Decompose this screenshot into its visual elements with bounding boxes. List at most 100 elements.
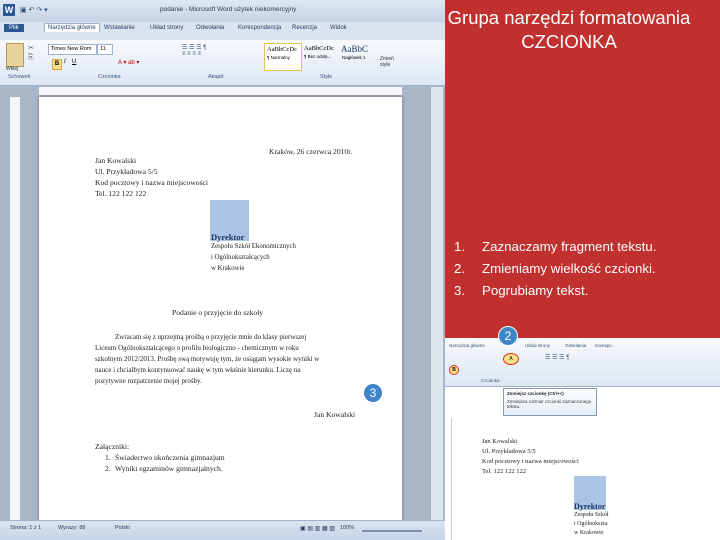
group-label-clipboard: Schowek — [8, 74, 31, 80]
document-page[interactable]: Kraków, 26 czerwca 2010r. Jan Kowalski U… — [39, 97, 402, 520]
ribbon-tabs: Plik Narzędzia główne Wstawianie Układ s… — [0, 22, 445, 40]
tab-references[interactable]: Odwołania — [196, 25, 224, 31]
sender-line: Tel. 122 122 122 — [95, 189, 147, 198]
window-title: podanie - Microsoft Word użytek niekomer… — [160, 6, 297, 13]
horizontal-ruler[interactable] — [39, 87, 402, 96]
inset-doc-line: Ul. Przykładowa 5/5 — [482, 448, 536, 455]
tab-review[interactable]: Recenzja — [292, 25, 317, 31]
inset-recipient-title: Dyrektor — [574, 502, 606, 511]
underline-button[interactable]: U — [72, 59, 76, 65]
tooltip-title: Zmniejsz czcionkę (Ctrl+<) — [507, 391, 564, 396]
paste-button[interactable] — [6, 43, 24, 67]
vertical-ruler[interactable] — [10, 97, 20, 520]
step-item: 3. Pogrubiamy tekst. — [454, 283, 588, 298]
attachment-item: Świadectwo ukończenia gimnazjum — [115, 453, 225, 462]
step-badge-2: 2 — [498, 326, 518, 346]
style-no-spacing-label: ¶ Bez odstę... — [304, 54, 332, 59]
step-text: Zaznaczamy fragment tekstu. — [482, 239, 657, 254]
inset-recipient-line: w Krakowie — [574, 530, 604, 536]
vertical-scrollbar[interactable] — [430, 87, 443, 522]
inset-doc-line: Kod pocztowy i nazwa miejscowości — [482, 458, 579, 465]
tab-home[interactable]: Narzędzia główne — [44, 23, 100, 32]
tab-view[interactable]: Widok — [330, 25, 347, 31]
steps-list: 1. Zaznaczamy fragment tekstu. 2. Zmieniam… — [448, 233, 720, 305]
tooltip: Zmniejsz czcionkę (Ctrl+<) Zmniejsza roz… — [503, 388, 597, 416]
font-color-icon[interactable]: A ▾ ab ▾ — [118, 59, 152, 68]
body-line: nauce i chciałbym kontynuować naukę w ty… — [95, 366, 301, 374]
status-bar: Strona: 1 z 1 Wyrazy: 88 Polski ▣ ▤ ▥ ▦ … — [0, 520, 445, 540]
status-page[interactable]: Strona: 1 z 1 — [10, 525, 41, 531]
attachment-number: 1. — [105, 453, 111, 462]
group-label-styles: Style — [320, 74, 333, 80]
inset-paragraph-tools[interactable]: ☰ ☰ ☰ ¶ — [545, 354, 569, 361]
step-number: 1. — [454, 239, 466, 254]
font-name-field[interactable]: Times New Rom — [48, 44, 97, 55]
style-normal[interactable]: AaBbCcDc ¶ Normalny — [264, 43, 302, 71]
tab-insert[interactable]: Wstawianie — [104, 25, 135, 31]
recipient-title: Dyrektor — [211, 232, 245, 242]
word-app-icon[interactable]: W — [3, 4, 15, 16]
style-heading-1-label: Nagłówek 1 — [342, 55, 366, 60]
word-window: W ▣ ↶ ↷ ▾ podanie - Microsoft Word użyte… — [0, 0, 445, 540]
signature: Jan Kowalski — [314, 410, 356, 419]
style-normal-preview: AaBbCcDc — [267, 46, 297, 53]
recipient-line: w Krakowie — [211, 265, 245, 272]
zoom-slider[interactable] — [362, 530, 422, 532]
status-language[interactable]: Polski — [115, 525, 130, 531]
step-number: 2. — [454, 261, 466, 276]
zoom-level[interactable]: 100% — [340, 525, 354, 531]
paragraph-tools[interactable]: ☰ ☰ ☰ ¶ ≡ ≡ ≡ ≡ — [182, 44, 252, 68]
inset-tab-references[interactable]: Odwołania — [565, 343, 586, 348]
inset-tab-home[interactable]: Narzędzia główne — [449, 343, 485, 348]
sender-line: Ul. Przykładowa 5/5 — [95, 167, 158, 176]
body-line: Zwracam się z uprzejmą prośbą o przyjęci… — [115, 333, 307, 341]
tab-file[interactable]: Plik — [4, 24, 24, 32]
cut-icon[interactable]: ✂ — [28, 44, 34, 52]
style-heading-1[interactable]: AaBbC Nagłówek 1 — [340, 43, 370, 69]
attachment-item: Wyniki egzaminów gimnazjalnych. — [115, 464, 223, 473]
tooltip-text: Zmniejsza rozmiar czcionki zaznaczonego … — [507, 399, 592, 409]
step-item: 1. Zaznaczamy fragment tekstu. — [454, 239, 656, 254]
letter-subject: Podanie o przyjęcie do szkoły — [172, 308, 264, 317]
inset-bold-button[interactable]: B — [449, 365, 459, 375]
inset-recipient-line: i Ogólnokszta — [574, 521, 608, 527]
step-item: 2. Zmieniamy wielkość czcionki. — [454, 261, 656, 276]
body-line: Liceum Ogólnokształcącego o profilu biol… — [95, 344, 299, 352]
sender-line: Kod pocztowy i nazwa miejscowości — [95, 178, 209, 187]
italic-button[interactable]: I — [64, 59, 66, 65]
inset-recipient-line: Zespołu Szkół — [574, 512, 609, 518]
letter-date: Kraków, 26 czerwca 2010r. — [269, 147, 353, 156]
status-words[interactable]: Wyrazy: 88 — [58, 525, 85, 531]
group-label-font: Czcionka — [98, 74, 121, 80]
slide-title-line: Grupa narzędzi formatowania — [447, 7, 691, 28]
step-badge-3: 3 — [363, 383, 383, 403]
paste-label: Wklej — [6, 66, 19, 72]
inset-doc-line: Jan Kowalski — [482, 438, 518, 445]
change-styles-button[interactable]: Zmień style — [380, 56, 400, 68]
copy-icon[interactable]: ⎘ — [28, 54, 34, 62]
recipient-line: Zespołu Szkół Ekonomicznych — [211, 243, 296, 250]
inset-tab-layout[interactable]: Układ strony — [525, 343, 550, 348]
bold-button[interactable]: B — [52, 59, 62, 70]
font-size-field[interactable]: 11 — [97, 44, 113, 55]
slide-title: Grupa narzędzi formatowania CZCIONKA — [418, 6, 720, 54]
inset-group-label: Czcionka — [481, 378, 500, 383]
shrink-font-button[interactable]: A — [503, 353, 519, 365]
step-number: 3. — [454, 283, 466, 298]
tab-page-layout[interactable]: Układ strony — [150, 25, 183, 31]
style-heading-1-preview: AaBbC — [341, 44, 368, 54]
ribbon-detail-inset: Narzędzia główne Układ strony Odwołania … — [445, 338, 720, 540]
attachments-label: Załączniki: — [95, 442, 130, 451]
step-text: Zmieniamy wielkość czcionki. — [482, 261, 656, 276]
tab-mailings[interactable]: Korespondencja — [238, 25, 281, 31]
inset-tab-mailings[interactable]: Korespo — [595, 343, 612, 348]
attachment-number: 2. — [105, 464, 111, 473]
step-text: Pogrubiamy tekst. — [482, 283, 589, 298]
quick-access-toolbar[interactable]: ▣ ↶ ↷ ▾ — [20, 6, 48, 14]
group-label-paragraph: Akapit — [208, 74, 224, 80]
title-bar: W ▣ ↶ ↷ ▾ podanie - Microsoft Word użyte… — [0, 0, 445, 22]
style-no-spacing-preview: AaBbCcDc — [304, 45, 334, 52]
recipient-line: i Ogólnokształcących — [211, 254, 270, 261]
style-no-spacing[interactable]: AaBbCcDc ¶ Bez odstę... — [302, 43, 338, 69]
view-buttons[interactable]: ▣ ▤ ▥ ▦ ▧ — [300, 525, 335, 532]
